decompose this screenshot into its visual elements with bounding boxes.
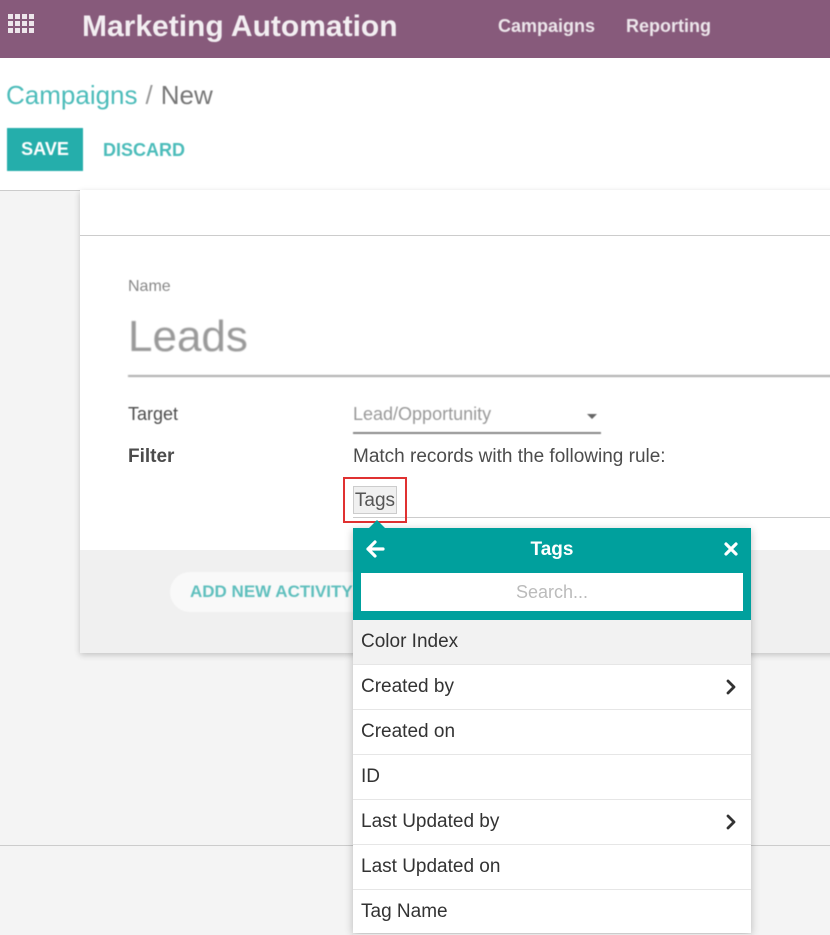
- menu-campaigns[interactable]: Campaigns: [498, 16, 595, 37]
- apps-grid-icon[interactable]: [8, 14, 34, 34]
- discard-button[interactable]: DISCARD: [103, 140, 185, 161]
- filter-divider: [353, 517, 830, 518]
- caret-down-icon: [587, 414, 597, 419]
- filter-field-tags[interactable]: Tags: [353, 486, 397, 514]
- sheet-header: [80, 190, 830, 236]
- field-item-id[interactable]: ID: [353, 755, 751, 800]
- field-item-tag-name[interactable]: Tag Name: [353, 890, 751, 935]
- save-button[interactable]: SAVE: [7, 128, 83, 171]
- target-select-value: Lead/Opportunity: [353, 404, 492, 424]
- field-item-label: Color Index: [361, 631, 459, 652]
- name-label: Name: [128, 278, 171, 295]
- popover-header: Tags: [353, 528, 751, 572]
- target-label: Target: [128, 404, 179, 424]
- control-panel: Campaigns / New SAVE DISCARD: [0, 58, 830, 191]
- field-item-label: Created on: [361, 721, 456, 742]
- field-selector-popover: Tags Color Index Created by Created on I…: [353, 520, 751, 935]
- field-search-input[interactable]: [361, 573, 743, 611]
- popover-title: Tags: [530, 539, 574, 560]
- breadcrumb-separator: /: [145, 80, 153, 110]
- top-navbar: Marketing Automation Campaigns Reporting: [0, 0, 830, 58]
- field-item-last-updated-on[interactable]: Last Updated on: [353, 845, 751, 890]
- target-select[interactable]: Lead/Opportunity: [353, 404, 601, 434]
- filter-description: Match records with the following rule:: [353, 446, 666, 467]
- field-item-color-index[interactable]: Color Index: [353, 620, 751, 665]
- field-item-label: Last Updated on: [361, 856, 501, 877]
- popover-arrow: [369, 520, 385, 528]
- breadcrumb-current: New: [160, 80, 213, 110]
- filter-field-highlight: Tags: [343, 477, 407, 523]
- field-item-label: Last Updated by: [361, 811, 500, 832]
- field-list: Color Index Created by Created on ID Las…: [353, 620, 751, 935]
- field-item-label: Created by: [361, 676, 454, 697]
- chevron-right-icon[interactable]: [725, 814, 737, 830]
- field-item-created-by[interactable]: Created by: [353, 665, 751, 710]
- field-item-label: ID: [361, 766, 380, 787]
- filter-label: Filter: [128, 446, 175, 467]
- chevron-right-icon[interactable]: [725, 679, 737, 695]
- app-title: Marketing Automation: [82, 10, 398, 43]
- close-icon[interactable]: [723, 541, 739, 557]
- breadcrumb-campaigns-link[interactable]: Campaigns: [6, 80, 138, 110]
- field-item-label: Tag Name: [361, 901, 448, 922]
- popover-search-container: [353, 572, 751, 620]
- field-item-last-updated-by[interactable]: Last Updated by: [353, 800, 751, 845]
- field-item-created-on[interactable]: Created on: [353, 710, 751, 755]
- menu-reporting[interactable]: Reporting: [626, 16, 711, 37]
- name-input[interactable]: Leads: [128, 305, 830, 377]
- breadcrumb: Campaigns / New: [6, 80, 213, 111]
